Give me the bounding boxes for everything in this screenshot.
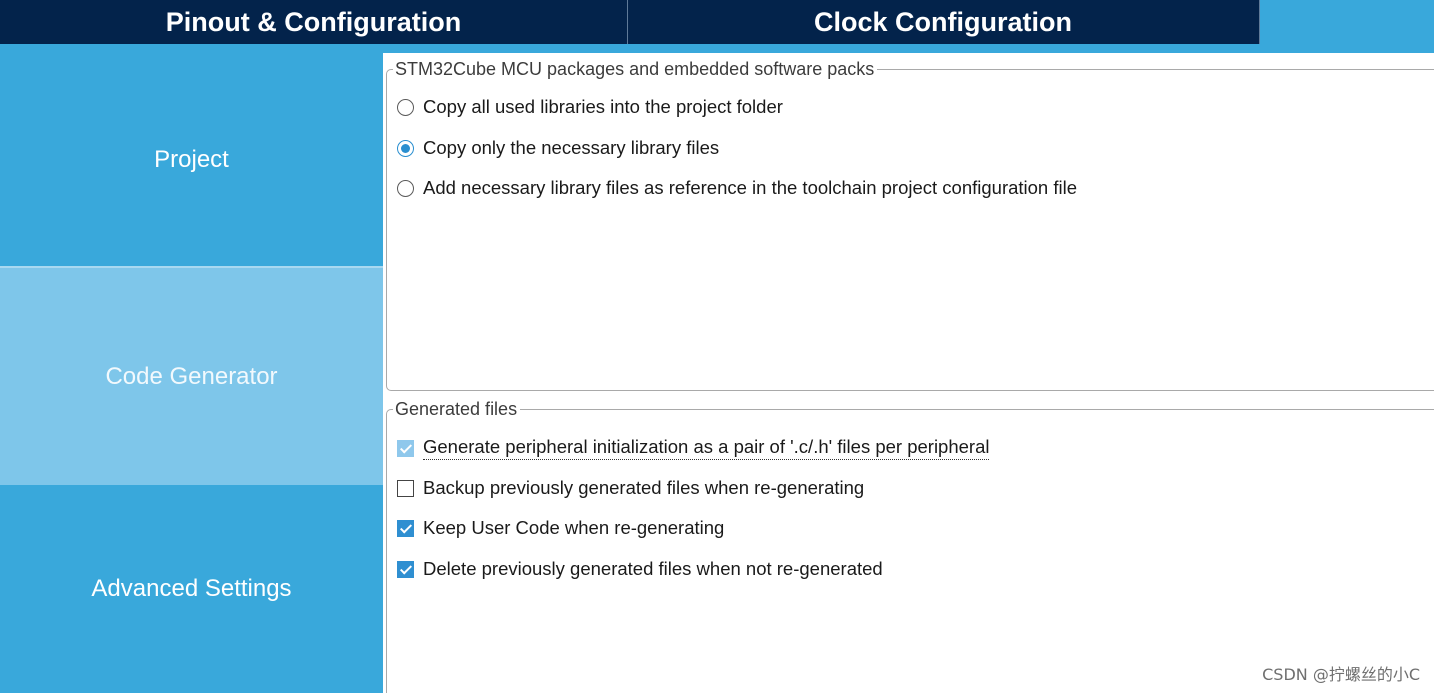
code-generator-panel: STM32Cube MCU packages and embedded soft… xyxy=(383,53,1434,693)
project-manager-sidebar: Project Code Generator Advanced Settings xyxy=(0,53,383,693)
tab-accent-strip xyxy=(0,44,1434,53)
top-tab-bar: Pinout & Configuration Clock Configurati… xyxy=(0,0,1434,53)
radio-label: Add necessary library files as reference… xyxy=(423,177,1078,198)
checkbox-label: Delete previously generated files when n… xyxy=(423,558,883,579)
tab-project-manager[interactable] xyxy=(1260,0,1434,44)
checkbox-backup-generated-files[interactable]: Backup previously generated files when r… xyxy=(397,477,864,499)
checkbox-generate-peripheral-pair[interactable]: Generate peripheral initialization as a … xyxy=(397,436,990,460)
tab-clock-configuration[interactable]: Clock Configuration xyxy=(628,0,1258,44)
checkbox-label: Generate peripheral initialization as a … xyxy=(423,436,990,460)
generated-files-group-title: Generated files xyxy=(393,399,521,419)
radio-button-selected[interactable] xyxy=(397,139,414,157)
packages-group-title: STM32Cube MCU packages and embedded soft… xyxy=(393,59,878,79)
csdn-watermark: CSDN @拧螺丝的小C xyxy=(1262,665,1420,684)
radio-add-as-reference[interactable]: Add necessary library files as reference… xyxy=(397,177,1077,199)
checkbox-checked[interactable] xyxy=(397,519,414,537)
checkbox-label: Keep User Code when re-generating xyxy=(423,517,725,538)
radio-button[interactable] xyxy=(397,98,414,116)
checkbox-delete-generated-files[interactable]: Delete previously generated files when n… xyxy=(397,558,883,580)
sidebar-item-project[interactable]: Project xyxy=(0,53,383,266)
checkbox-checked[interactable] xyxy=(397,560,414,578)
sidebar-item-advanced-settings[interactable]: Advanced Settings xyxy=(0,485,383,693)
radio-copy-all-libraries[interactable]: Copy all used libraries into the project… xyxy=(397,96,783,118)
checkbox-checked-disabled[interactable] xyxy=(397,439,414,457)
generated-files-group: Generated files Generate peripheral init… xyxy=(386,399,1434,693)
sidebar-item-code-generator[interactable]: Code Generator xyxy=(0,268,383,485)
radio-copy-necessary-files[interactable]: Copy only the necessary library files xyxy=(397,137,719,159)
radio-label: Copy only the necessary library files xyxy=(423,137,720,158)
checkbox-label: Backup previously generated files when r… xyxy=(423,477,865,498)
packages-group: STM32Cube MCU packages and embedded soft… xyxy=(386,59,1434,391)
radio-button[interactable] xyxy=(397,179,414,197)
radio-label: Copy all used libraries into the project… xyxy=(423,96,783,117)
checkbox-keep-user-code[interactable]: Keep User Code when re-generating xyxy=(397,517,724,539)
tab-pinout-configuration[interactable]: Pinout & Configuration xyxy=(0,0,627,44)
checkbox-unchecked[interactable] xyxy=(397,479,414,497)
